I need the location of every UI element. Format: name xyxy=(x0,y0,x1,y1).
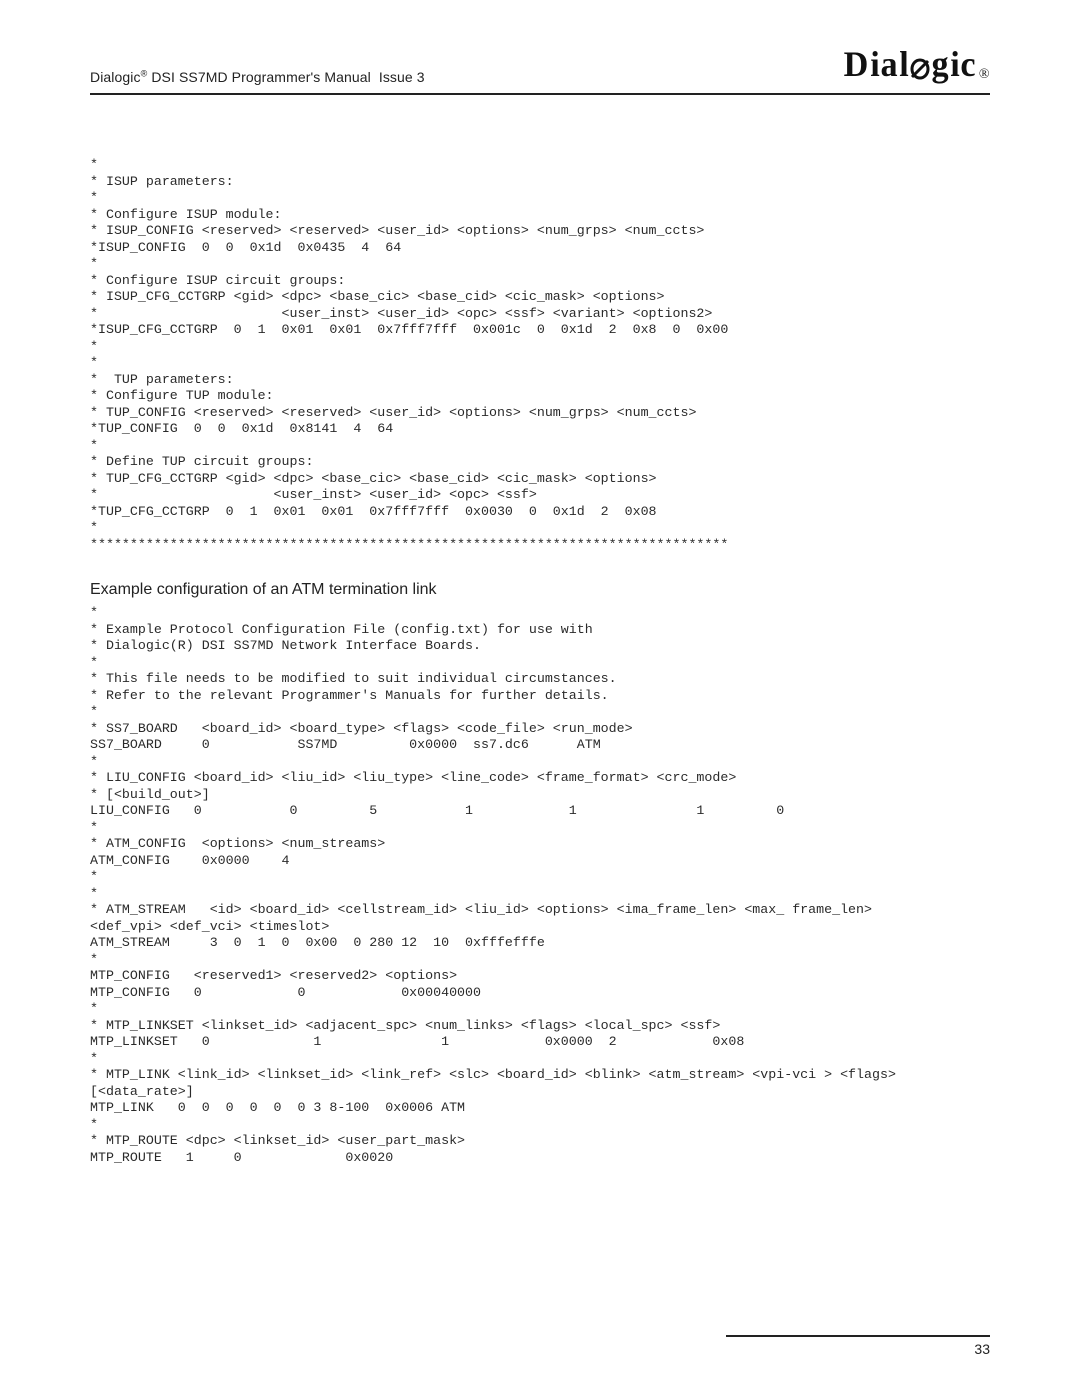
brand-word: Dialgic xyxy=(843,46,977,83)
doc-title: Dialogic® DSI SS7MD Programmer's Manual … xyxy=(90,68,425,85)
header-row: Dialogic® DSI SS7MD Programmer's Manual … xyxy=(90,46,990,95)
doc-title-text: Dialogic® DSI SS7MD Programmer's Manual … xyxy=(90,69,425,85)
slashed-o-icon xyxy=(909,49,931,83)
section-title-atm: Example configuration of an ATM terminat… xyxy=(90,581,990,599)
brand-logo: Dialgic ® xyxy=(843,46,990,85)
code-block-atm: * * Example Protocol Configuration File … xyxy=(90,605,990,1166)
page-number: 33 xyxy=(974,1341,990,1357)
code-block-isup-tup: * * ISUP parameters: * * Configure ISUP … xyxy=(90,157,990,553)
footer: 33 xyxy=(726,1335,990,1357)
registered-mark-icon: ® xyxy=(979,67,990,82)
page: Dialogic® DSI SS7MD Programmer's Manual … xyxy=(0,0,1080,1397)
